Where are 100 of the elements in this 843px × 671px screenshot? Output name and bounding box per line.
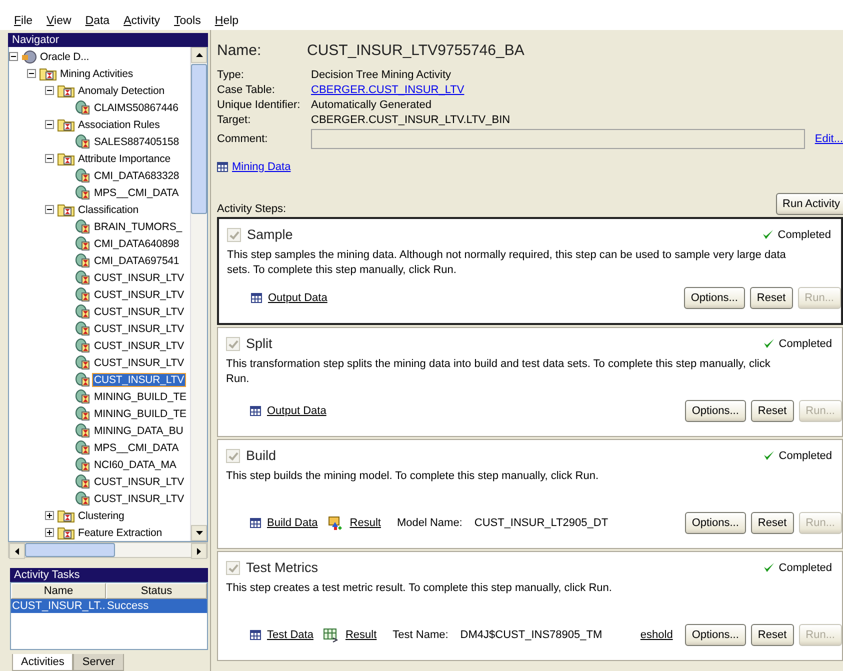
tree-item[interactable]: CMI_DATA697541: [93, 254, 180, 266]
table-row[interactable]: CUST_INSUR_LT...Success: [11, 599, 207, 613]
step-button[interactable]: Reset: [750, 512, 794, 534]
collapse-icon[interactable]: [45, 154, 54, 163]
case-table-link[interactable]: CBERGER.CUST_INSUR_LTV: [311, 84, 464, 96]
vertical-scrollbar[interactable]: [190, 47, 207, 541]
tree-item[interactable]: MPS__CMI_DATA: [93, 442, 180, 454]
result-link[interactable]: Result: [345, 629, 377, 641]
tree-item[interactable]: CUST_INSUR_LTV: [93, 340, 186, 352]
table-cell: CUST_INSUR_LT...: [11, 599, 106, 613]
menu-item[interactable]: Help: [208, 15, 245, 27]
tree-item[interactable]: Feature Extraction: [77, 526, 163, 538]
tree-item[interactable]: MINING_BUILD_TE: [93, 390, 188, 402]
result-link[interactable]: Test Data: [267, 629, 314, 641]
tree-item[interactable]: CUST_INSUR_LTV: [93, 322, 186, 334]
tree-item[interactable]: CUST_INSUR_LTV: [93, 288, 186, 300]
tree-item[interactable]: Anomaly Detection: [77, 84, 166, 96]
step-button[interactable]: Options...: [684, 624, 746, 646]
step-button[interactable]: Reset: [750, 624, 794, 646]
scroll-left-icon[interactable]: [15, 548, 19, 554]
tree-item[interactable]: Oracle D...: [39, 50, 90, 62]
step-checkbox[interactable]: [226, 448, 240, 462]
tree-item[interactable]: CMI_DATA640898: [93, 238, 180, 250]
threshold-link[interactable]: eshold: [640, 629, 673, 641]
tree-item[interactable]: SALES887405158: [93, 136, 180, 148]
result-link[interactable]: Result: [350, 517, 381, 529]
tree-item[interactable]: MINING_BUILD_TE: [93, 408, 188, 420]
field-label: Unique Identifier:: [217, 99, 302, 111]
menu-item[interactable]: Tools: [168, 15, 207, 27]
field-label: Type:: [217, 69, 245, 81]
step-title: Test Metrics: [246, 560, 320, 575]
step-status: Completed: [778, 562, 832, 574]
folder-icon: [57, 526, 75, 540]
horizontal-scrollbar[interactable]: [8, 542, 208, 558]
tree-item[interactable]: CUST_INSUR_LTV: [93, 306, 186, 318]
comment-field[interactable]: [311, 129, 805, 149]
tree-item[interactable]: Classification: [77, 204, 140, 216]
tree-item[interactable]: Attribute Importance: [77, 152, 172, 164]
collapse-icon[interactable]: [45, 120, 54, 129]
tree-item[interactable]: Association Rules: [77, 118, 161, 130]
mining-data-link[interactable]: Mining Data: [232, 161, 291, 173]
step-button[interactable]: Options...: [684, 400, 746, 422]
result-link[interactable]: Build Data: [267, 517, 318, 529]
field-value: Automatically Generated: [311, 99, 432, 111]
field-label: Case Table:: [217, 84, 276, 96]
menu-item[interactable]: File: [8, 15, 39, 27]
tree-item[interactable]: CUST_INSUR_LTV: [93, 492, 186, 504]
column-header[interactable]: Name: [11, 583, 106, 599]
tree-item[interactable]: Mining Activities: [59, 68, 134, 80]
info-value: DM4J$CUST_INS78905_TM: [460, 629, 602, 641]
step-checkbox[interactable]: [226, 560, 240, 574]
folder-icon: [57, 202, 75, 216]
step-button[interactable]: Options...: [684, 287, 745, 309]
expand-icon[interactable]: [45, 528, 54, 537]
tree-item[interactable]: MPS__CMI_DATA: [93, 186, 180, 198]
table-icon: [250, 406, 261, 416]
column-header[interactable]: Status: [106, 583, 207, 599]
database-icon: [75, 304, 91, 319]
scroll-right-icon[interactable]: [197, 548, 201, 554]
tree-item[interactable]: Clustering: [77, 510, 126, 522]
tree-item[interactable]: CMI_DATA683328: [93, 170, 180, 182]
menu-item[interactable]: Activity: [118, 15, 166, 27]
tree-item[interactable]: NCI60_DATA_MA: [93, 458, 178, 470]
collapse-icon[interactable]: [45, 205, 54, 214]
edit-link[interactable]: Edit...: [814, 133, 843, 145]
step-button[interactable]: Options...: [684, 512, 746, 534]
tree-item[interactable]: CUST_INSUR_LTV: [93, 356, 186, 368]
scroll-down-icon[interactable]: [196, 531, 202, 535]
step-button[interactable]: Reset: [750, 400, 794, 422]
folder-icon: [57, 152, 75, 166]
check-icon: [762, 338, 775, 349]
database-icon: [75, 389, 91, 404]
run-activity-button[interactable]: Run Activity: [776, 193, 843, 215]
result-link[interactable]: Output Data: [267, 405, 326, 417]
expand-icon[interactable]: [45, 511, 54, 520]
tree-item[interactable]: MINING_DATA_BU: [93, 424, 184, 436]
folder-icon: [57, 84, 75, 98]
tree-item[interactable]: CUST_INSUR_LTV: [93, 476, 186, 488]
database-icon: [75, 440, 91, 455]
tree-item[interactable]: CUST_INSUR_LTV: [93, 272, 186, 284]
folder-icon: [39, 66, 57, 80]
menu-item[interactable]: Data: [79, 15, 116, 27]
step-description: This step samples the mining data. Although not normally required, this step can be used to sample very large data sets. To complete this step manually, click Run.: [227, 248, 787, 278]
tab[interactable]: Server: [73, 654, 124, 671]
step-button[interactable]: Reset: [750, 287, 793, 309]
scroll-up-icon[interactable]: [196, 53, 202, 57]
step-checkbox[interactable]: [227, 228, 241, 242]
step-checkbox[interactable]: [226, 336, 240, 350]
step-status: Completed: [778, 450, 832, 462]
menu-item[interactable]: View: [40, 15, 78, 27]
panel-title: Activity Tasks: [10, 568, 208, 582]
tree-item[interactable]: CUST_INSUR_LTV: [93, 374, 186, 386]
database-icon: [75, 100, 91, 115]
result-link[interactable]: Output Data: [268, 292, 328, 304]
tree-item[interactable]: CLAIMS50867446: [93, 102, 180, 114]
collapse-icon[interactable]: [27, 69, 36, 78]
collapse-icon[interactable]: [45, 86, 54, 95]
tree-item[interactable]: BRAIN_TUMORS_: [93, 220, 183, 232]
tab[interactable]: Activities: [12, 654, 74, 671]
collapse-icon[interactable]: [9, 52, 18, 61]
